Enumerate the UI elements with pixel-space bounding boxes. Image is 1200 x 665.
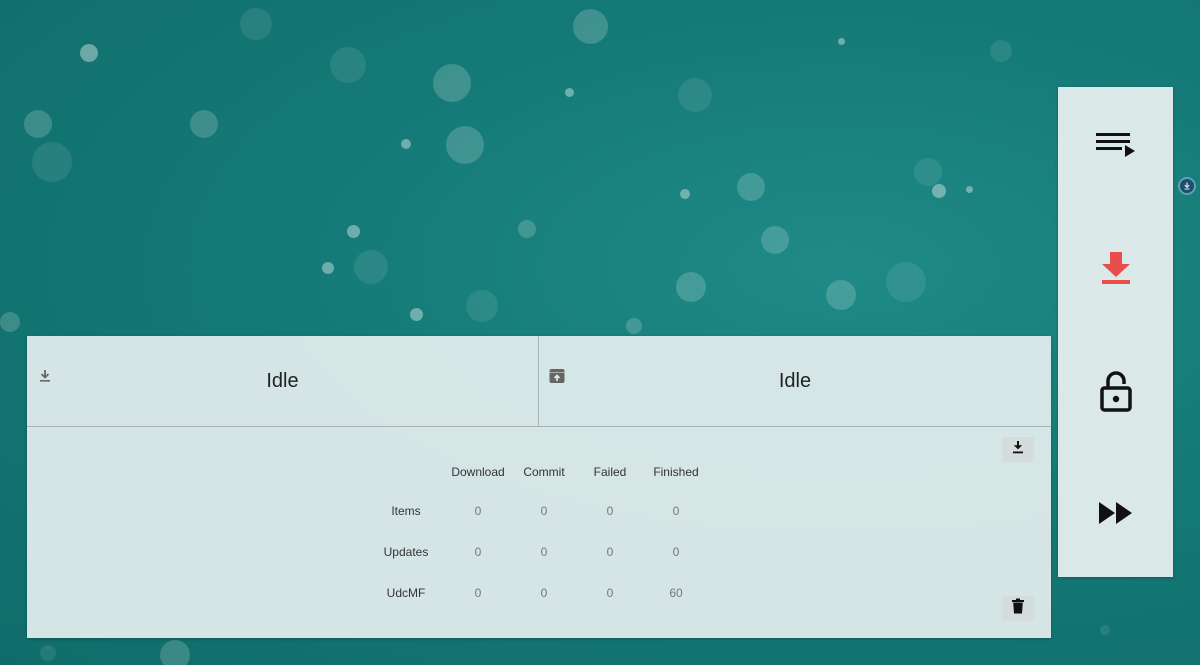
background-bubble <box>932 184 946 198</box>
background-bubble <box>680 189 690 199</box>
background-bubble <box>240 8 272 40</box>
cell-value: 0 <box>540 503 548 518</box>
column-header: Failed <box>593 465 627 479</box>
background-bubble <box>761 226 789 254</box>
background-bubble <box>838 38 845 45</box>
background-bubble <box>354 250 388 284</box>
playlist-play-icon <box>1095 130 1137 165</box>
background-bubble <box>990 40 1012 62</box>
background-bubble <box>0 312 20 332</box>
background-bubble <box>886 262 926 302</box>
delete-button[interactable] <box>1002 596 1034 621</box>
table-row: Updates 0 0 0 0 <box>367 531 709 572</box>
cell-value: 0 <box>672 503 680 518</box>
background-bubble <box>914 158 942 186</box>
background-bubble <box>678 78 712 112</box>
cell-value: 0 <box>474 585 482 600</box>
column-header: Download <box>451 465 505 479</box>
background-bubble <box>466 290 498 322</box>
cell-value: 0 <box>606 585 614 600</box>
background-bubble <box>80 44 98 62</box>
edge-handle[interactable] <box>1178 177 1196 195</box>
queue-button[interactable] <box>1058 107 1173 187</box>
background-bubble <box>40 645 56 661</box>
stats-header-row: Download Commit Failed Finished <box>367 454 709 490</box>
table-row: UdcMF 0 0 0 60 <box>367 572 709 613</box>
background-bubble <box>1100 625 1110 635</box>
commit-status-cell: Idle <box>539 336 1051 426</box>
download-status-text: Idle <box>266 370 299 392</box>
background-bubble <box>826 280 856 310</box>
download-icon <box>1010 439 1026 460</box>
background-bubble <box>401 139 411 149</box>
background-bubble <box>330 47 366 83</box>
trash-icon <box>1011 598 1025 619</box>
cell-value: 0 <box>672 544 680 559</box>
background-bubble <box>565 88 574 97</box>
cell-value: 0 <box>474 544 482 559</box>
background-bubble <box>518 220 536 238</box>
background-bubble <box>433 64 471 102</box>
background-bubble <box>446 126 484 164</box>
cell-value: 0 <box>540 544 548 559</box>
lock-open-icon <box>1099 370 1133 417</box>
cell-value: 0 <box>474 503 482 518</box>
download-circle-icon <box>1183 177 1191 195</box>
background-bubble <box>160 640 190 665</box>
download-icon <box>1100 250 1132 291</box>
table-row: Items 0 0 0 0 <box>367 490 709 531</box>
unlock-button[interactable] <box>1058 353 1173 433</box>
row-label: UdcMF <box>386 585 426 600</box>
background-bubble <box>573 9 608 44</box>
background-bubble <box>190 110 218 138</box>
download-status-cell: Idle <box>27 336 539 426</box>
column-header: Commit <box>523 465 565 479</box>
stats-table: Download Commit Failed Finished Items 0 … <box>367 454 709 613</box>
column-header: Finished <box>653 465 699 479</box>
status-row: Idle Idle <box>27 336 1051 427</box>
fast-forward-button[interactable] <box>1058 475 1173 555</box>
background-bubble <box>24 110 52 138</box>
fast-forward-icon <box>1097 500 1135 531</box>
row-label: Items <box>391 503 421 518</box>
commit-status-text: Idle <box>778 370 812 392</box>
cell-value: 0 <box>540 585 548 600</box>
stats-corner <box>367 454 445 490</box>
download-button[interactable] <box>1002 437 1034 462</box>
cell-value: 60 <box>669 585 683 600</box>
background-bubble <box>966 186 973 193</box>
download-nav-button[interactable] <box>1058 230 1173 310</box>
cell-value: 0 <box>606 544 614 559</box>
background-bubble <box>626 318 642 334</box>
background-bubble <box>347 225 360 238</box>
background-bubble <box>737 173 765 201</box>
cell-value: 0 <box>606 503 614 518</box>
background-bubble <box>410 308 423 321</box>
background-bubble <box>32 142 72 182</box>
background-bubble <box>322 262 334 274</box>
background-bubble <box>676 272 706 302</box>
status-panel: Idle Idle Download Commit Failed Finishe… <box>27 336 1051 638</box>
row-label: Updates <box>383 544 429 559</box>
side-nav <box>1058 87 1173 577</box>
